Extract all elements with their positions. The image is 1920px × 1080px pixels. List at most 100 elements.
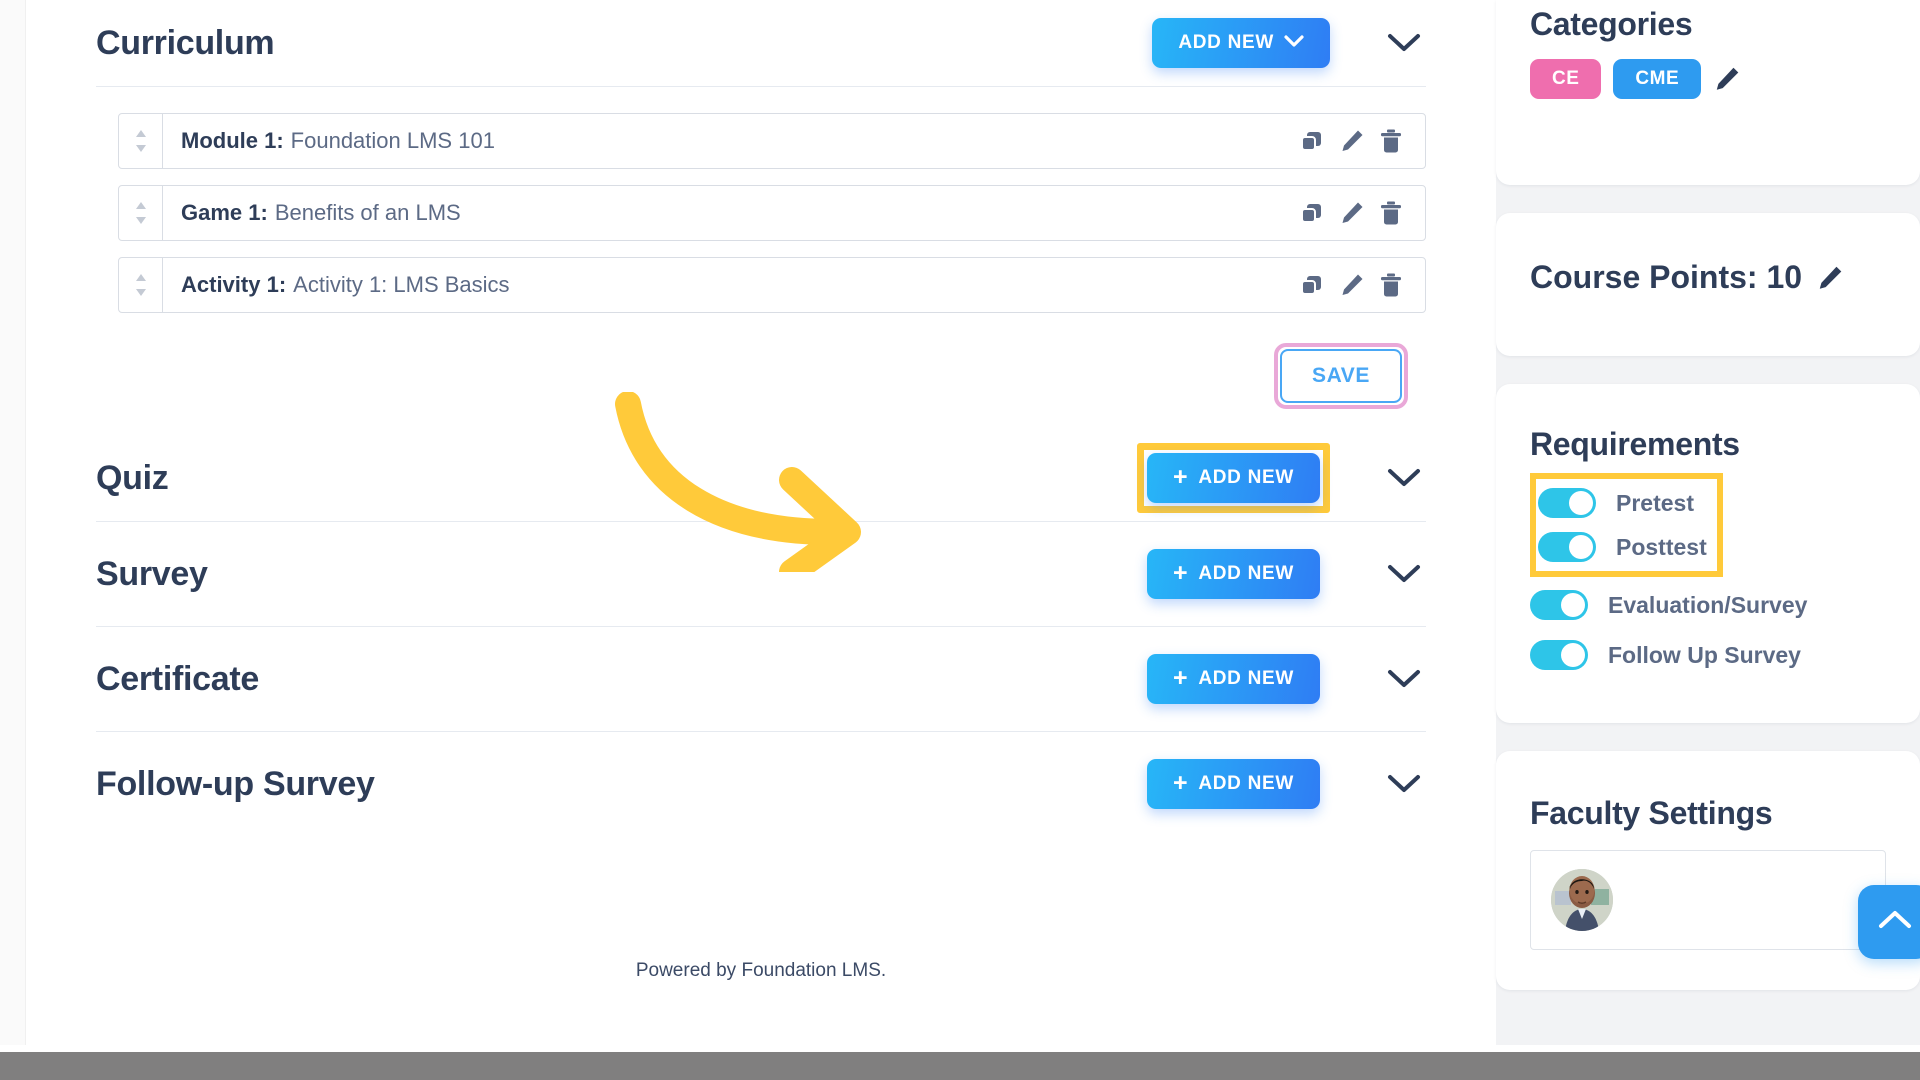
followup-survey-add-new-button[interactable]: + ADD NEW: [1147, 759, 1320, 809]
save-highlight-ring: SAVE: [1273, 343, 1408, 409]
scroll-to-top-button[interactable]: [1858, 885, 1920, 959]
drag-handle-icon[interactable]: [119, 258, 163, 312]
certificate-add-new-button[interactable]: + ADD NEW: [1147, 654, 1320, 704]
plus-icon: +: [1173, 558, 1189, 587]
trash-icon[interactable]: [1379, 272, 1403, 298]
categories-badges: CE CME: [1530, 59, 1886, 99]
left-scroll-strip: [0, 0, 26, 1045]
plus-icon: +: [1173, 462, 1189, 491]
quiz-section: Quiz + ADD NEW: [26, 435, 1496, 521]
certificate-add-new-label: ADD NEW: [1198, 668, 1294, 689]
requirements-title: Requirements: [1530, 426, 1740, 462]
survey-collapse-toggle[interactable]: [1382, 552, 1426, 596]
row-actions: [1299, 186, 1425, 240]
curriculum-header: Curriculum ADD NEW: [96, 0, 1426, 86]
requirement-row-pretest: Pretest: [1538, 481, 1707, 525]
curriculum-collapse-toggle[interactable]: [1382, 21, 1426, 65]
row-name: Foundation LMS 101: [290, 128, 495, 153]
toggle-follow-up-survey[interactable]: [1530, 640, 1588, 670]
table-row[interactable]: Game 1: Benefits of an LMS: [118, 185, 1426, 241]
toggle-posttest[interactable]: [1538, 532, 1596, 562]
requirement-row-posttest: Posttest: [1538, 525, 1707, 569]
certificate-title: Certificate: [96, 659, 259, 698]
survey-add-new-label: ADD NEW: [1198, 563, 1294, 584]
survey-header: Survey + ADD NEW: [96, 522, 1426, 626]
course-points-line: Course Points: 10: [1530, 259, 1886, 296]
right-sidebar: Categories CE CME Course Points: 10 Requ…: [1496, 0, 1920, 1045]
footer: Powered by Foundation LMS.: [635, 960, 887, 981]
row-label: Game 1: Benefits of an LMS: [163, 186, 1299, 240]
quiz-header: Quiz + ADD NEW: [96, 435, 1426, 521]
survey-section: Survey + ADD NEW: [26, 522, 1496, 626]
categories-card: Categories CE CME: [1496, 0, 1920, 185]
requirements-list: Pretest Posttest Evaluation/Survey Follo…: [1530, 473, 1886, 677]
app-page: Curriculum ADD NEW Module 1: Foundation …: [0, 0, 1920, 1080]
course-points-edit-pencil-icon[interactable]: [1816, 264, 1844, 292]
duplicate-icon[interactable]: [1299, 200, 1325, 226]
followup-survey-section: Follow-up Survey + ADD NEW: [26, 732, 1496, 836]
curriculum-save-row: SAVE: [26, 329, 1496, 409]
categories-title: Categories: [1530, 6, 1693, 42]
faculty-member-box[interactable]: [1530, 850, 1886, 950]
bottom-bar: [0, 1052, 1920, 1080]
followup-survey-header: Follow-up Survey + ADD NEW: [96, 732, 1426, 836]
main-content: Curriculum ADD NEW Module 1: Foundation …: [26, 0, 1496, 1045]
pencil-icon[interactable]: [1339, 128, 1365, 154]
requirement-row-follow-up-survey: Follow Up Survey: [1530, 633, 1886, 677]
drag-handle-icon[interactable]: [119, 114, 163, 168]
row-prefix: Module 1:: [181, 128, 284, 153]
trash-icon[interactable]: [1379, 200, 1403, 226]
pencil-icon[interactable]: [1339, 272, 1365, 298]
plus-icon: +: [1173, 768, 1189, 797]
requirement-label-pretest: Pretest: [1616, 489, 1694, 516]
survey-add-new-button[interactable]: + ADD NEW: [1147, 549, 1320, 599]
status-badge-cme[interactable]: CME: [1613, 59, 1702, 99]
pencil-icon[interactable]: [1339, 200, 1365, 226]
toggle-evaluation-survey[interactable]: [1530, 590, 1588, 620]
table-row[interactable]: Activity 1: Activity 1: LMS Basics: [118, 257, 1426, 313]
toggle-pretest[interactable]: [1538, 488, 1596, 518]
duplicate-icon[interactable]: [1299, 128, 1325, 154]
categories-edit-pencil-icon[interactable]: [1713, 65, 1741, 93]
faculty-settings-title: Faculty Settings: [1530, 795, 1773, 831]
row-actions: [1299, 258, 1425, 312]
certificate-section: Certificate + ADD NEW: [26, 627, 1496, 731]
row-actions: [1299, 114, 1425, 168]
trash-icon[interactable]: [1379, 128, 1403, 154]
quiz-collapse-toggle[interactable]: [1382, 456, 1426, 500]
table-row[interactable]: Module 1: Foundation LMS 101: [118, 113, 1426, 169]
requirement-label-follow-up-survey: Follow Up Survey: [1608, 641, 1801, 668]
followup-survey-add-new-label: ADD NEW: [1198, 773, 1294, 794]
curriculum-rows: Module 1: Foundation LMS 101 Game 1: Ben…: [26, 87, 1496, 313]
avatar: [1551, 869, 1613, 931]
course-points-card: Course Points: 10: [1496, 213, 1920, 356]
requirement-label-posttest: Posttest: [1616, 533, 1707, 560]
quiz-title: Quiz: [96, 458, 169, 497]
followup-survey-collapse-toggle[interactable]: [1382, 762, 1426, 806]
plus-icon: +: [1173, 663, 1189, 692]
quiz-add-new-highlight: + ADD NEW: [1137, 443, 1330, 513]
page-title: Curriculum: [96, 23, 275, 62]
chevron-up-icon: [1878, 910, 1912, 935]
requirement-label-evaluation-survey: Evaluation/Survey: [1608, 591, 1808, 618]
status-badge-ce[interactable]: CE: [1530, 59, 1602, 99]
certificate-collapse-toggle[interactable]: [1382, 657, 1426, 701]
drag-handle-icon[interactable]: [119, 186, 163, 240]
duplicate-icon[interactable]: [1299, 272, 1325, 298]
row-prefix: Game 1:: [181, 200, 268, 225]
curriculum-add-new-dropdown[interactable]: ADD NEW: [1152, 18, 1330, 68]
row-label: Activity 1: Activity 1: LMS Basics: [163, 258, 1299, 312]
row-name: Benefits of an LMS: [274, 200, 461, 225]
requirements-card: Requirements Pretest Posttest Evaluation…: [1496, 384, 1920, 723]
quiz-add-new-label: ADD NEW: [1198, 467, 1294, 488]
faculty-settings-card: Faculty Settings: [1496, 751, 1920, 990]
save-button[interactable]: SAVE: [1279, 349, 1402, 403]
curriculum-section: Curriculum ADD NEW: [26, 0, 1496, 86]
row-name: Activity 1: LMS Basics: [293, 272, 510, 297]
curriculum-add-new-label: ADD NEW: [1178, 32, 1274, 53]
quiz-add-new-button[interactable]: + ADD NEW: [1147, 453, 1320, 503]
requirement-row-evaluation-survey: Evaluation/Survey: [1530, 583, 1886, 627]
survey-title: Survey: [96, 554, 208, 593]
row-label: Module 1: Foundation LMS 101: [163, 114, 1299, 168]
course-points-text: Course Points: 10: [1530, 259, 1803, 295]
